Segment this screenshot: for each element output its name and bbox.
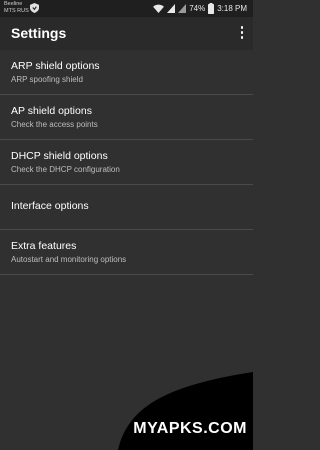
- setting-title: AP shield options: [11, 105, 92, 117]
- setting-title: Interface options: [11, 200, 89, 212]
- setting-summary: Check the access points: [11, 120, 98, 129]
- clock: 3:18 PM: [217, 4, 247, 13]
- wifi-icon: [153, 4, 165, 13]
- battery-percent: 74%: [189, 4, 206, 13]
- setting-summary: Check the DHCP configuration: [11, 165, 120, 174]
- carrier-info: Beeline MTS RUS: [4, 1, 29, 14]
- app-bar: Settings: [0, 17, 253, 50]
- more-vert-icon[interactable]: [239, 26, 245, 42]
- battery-icon: [208, 3, 215, 14]
- page-title: Settings: [11, 25, 67, 41]
- shield-icon: [30, 3, 39, 13]
- setting-summary: ARP spoofing shield: [11, 75, 83, 84]
- setting-arp-shield[interactable]: ARP shield options ARP spoofing shield: [0, 50, 253, 95]
- setting-extra-features[interactable]: Extra features Autostart and monitoring …: [0, 230, 253, 275]
- watermark-text: MYAPKS.COM: [133, 420, 247, 437]
- setting-interface[interactable]: Interface options: [0, 185, 253, 230]
- settings-list: ARP shield options ARP spoofing shield A…: [0, 50, 253, 275]
- signal-icon-2: [178, 4, 187, 13]
- setting-title: DHCP shield options: [11, 150, 108, 162]
- status-bar: Beeline MTS RUS 74% 3:18 PM: [0, 0, 253, 17]
- signal-icon: [167, 4, 176, 13]
- carrier-name-2: MTS RUS: [4, 7, 29, 14]
- setting-ap-shield[interactable]: AP shield options Check the access point…: [0, 95, 253, 140]
- setting-dhcp-shield[interactable]: DHCP shield options Check the DHCP confi…: [0, 140, 253, 185]
- status-icons: 74% 3:18 PM: [153, 2, 247, 15]
- setting-title: ARP shield options: [11, 60, 100, 72]
- setting-title: Extra features: [11, 240, 77, 252]
- setting-summary: Autostart and monitoring options: [11, 255, 127, 264]
